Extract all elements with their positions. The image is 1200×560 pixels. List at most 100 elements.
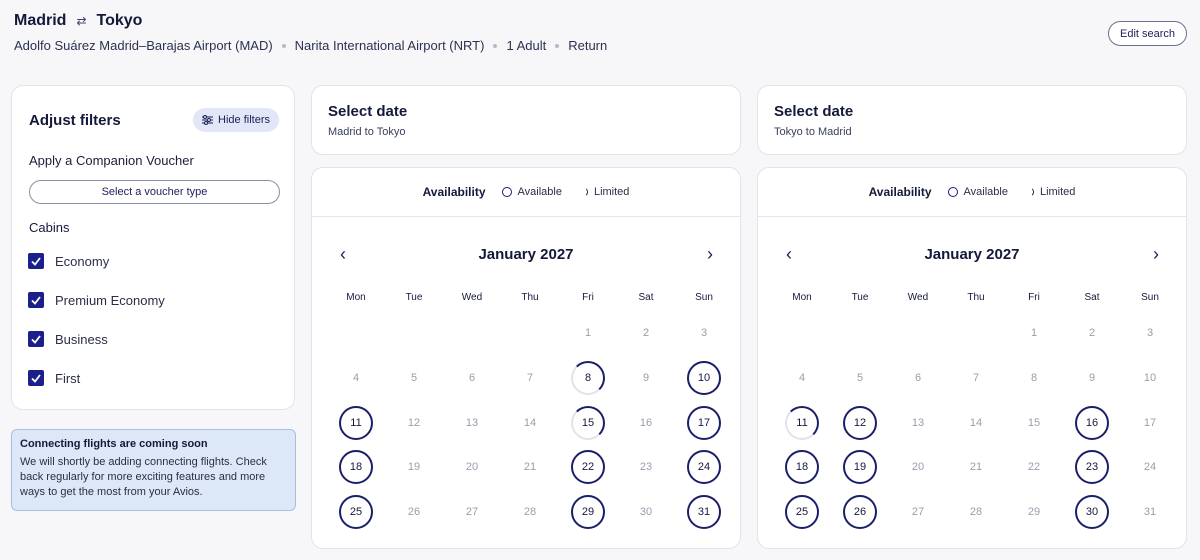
calendar-day[interactable]: 10 [687,361,721,395]
day-number: 4 [352,372,360,384]
available-label: Available [517,186,562,198]
day-number: 16 [639,417,653,429]
day-number: 20 [911,461,925,473]
cabin-label: Economy [55,253,110,269]
calendar-day[interactable]: 23 [1075,450,1109,484]
edit-search-button[interactable]: Edit search [1108,21,1187,46]
day-number: 18 [349,461,363,473]
day-number: 31 [1143,506,1157,518]
day-number: 14 [969,417,983,429]
calendar-day[interactable]: 29 [571,495,605,529]
calendar-day: 28 [513,495,547,529]
calendar-day: 21 [513,450,547,484]
cabin-premium-economy[interactable]: Premium Economy [28,290,165,310]
calendar-day[interactable]: 19 [843,450,877,484]
calendar-day[interactable]: 25 [785,495,819,529]
weekday-label: Sat [638,292,654,303]
day-number: 10 [697,372,711,384]
cabin-first[interactable]: First [28,368,80,388]
checkbox-business[interactable] [28,331,44,347]
calendar-day: 1 [1017,316,1051,350]
panel-title: Select date [774,103,854,120]
day-number: 4 [798,372,806,384]
day-number: 12 [853,417,867,429]
weekday-label: Thu [521,292,539,303]
voucher-type-select[interactable]: Select a voucher type [29,180,280,204]
hide-filters-button[interactable]: Hide filters [193,108,279,132]
calendar-day: 27 [455,495,489,529]
calendar-day: 26 [397,495,431,529]
calendar-day[interactable]: 22 [571,450,605,484]
calendar-day[interactable]: 17 [687,406,721,440]
day-number: 1 [584,327,592,339]
calendar-day[interactable]: 25 [339,495,373,529]
calendar-day: 4 [785,361,819,395]
calendar-day[interactable]: 30 [1075,495,1109,529]
calendar-day: 12 [397,406,431,440]
next-month-button[interactable]: › [1153,245,1159,263]
passenger-count: 1 Adult [506,38,547,53]
outbound-date-header: Select date Madrid to Tokyo [311,85,741,155]
weekday-label: Fri [1028,292,1040,303]
day-number: 2 [1088,327,1096,339]
day-number: 2 [642,327,650,339]
calendar-day[interactable]: 15 [571,406,605,440]
weekday-label: Sun [695,292,713,303]
filters-title: Adjust filters [29,112,121,129]
day-number: 5 [856,372,864,384]
day-number: 6 [468,372,476,384]
checkbox-first[interactable] [28,370,44,386]
calendar-day: 21 [959,450,993,484]
day-number: 27 [465,506,479,518]
calendar-day[interactable]: 11 [339,406,373,440]
calendar-day: 8 [1017,361,1051,395]
cabin-label: First [55,370,81,386]
calendar-day[interactable]: 24 [687,450,721,484]
cabin-business[interactable]: Business [28,329,108,349]
next-month-button[interactable]: › [707,245,713,263]
check-icon [31,257,41,266]
check-icon [31,374,41,383]
route-title: Madrid ⇄ Tokyo [14,12,142,30]
notice-body: We will shortly be adding connecting fli… [20,456,267,498]
calendar-day: 27 [901,495,935,529]
calendar-day[interactable]: 11 [785,406,819,440]
calendar-day[interactable]: 16 [1075,406,1109,440]
day-number: 11 [350,417,362,429]
calendar-day: 3 [687,316,721,350]
day-number: 7 [972,372,980,384]
separator-dot [555,43,560,48]
origin-city: Madrid [14,12,67,29]
calendar-day: 9 [629,361,663,395]
checkbox-premium-economy[interactable] [28,292,44,308]
day-number: 26 [407,506,421,518]
calendar-day[interactable]: 18 [339,450,373,484]
cabin-economy[interactable]: Economy [28,251,109,271]
calendar-day[interactable]: 18 [785,450,819,484]
filters-panel: Adjust filters Hide filters Apply a Comp… [11,85,295,410]
cabin-label: Business [55,331,108,347]
weekday-label: Wed [461,292,483,303]
day-number: 16 [1085,417,1099,429]
day-number: 10 [1143,372,1157,384]
calendar-day[interactable]: 12 [843,406,877,440]
available-label: Available [963,186,1008,198]
calendar-day[interactable]: 8 [571,361,605,395]
day-number: 25 [349,506,363,518]
calendar-day: 2 [629,316,663,350]
checkbox-economy[interactable] [28,253,44,269]
calendar-day[interactable]: 26 [843,495,877,529]
month-title: January 2027 [924,246,1020,263]
day-number: 22 [1027,461,1041,473]
calendar-day: 30 [629,495,663,529]
limited-label: Limited [593,186,630,198]
calendar-day: 5 [397,361,431,395]
day-number: 17 [1143,417,1157,429]
calendar-day[interactable]: 31 [687,495,721,529]
calendar-day: 14 [959,406,993,440]
notice-title: Connecting flights are coming soon [20,438,208,450]
day-number: 9 [642,372,650,384]
return-date-header: Select date Tokyo to Madrid [757,85,1187,155]
day-number: 19 [853,461,867,473]
weekday-label: Sat [1084,292,1100,303]
